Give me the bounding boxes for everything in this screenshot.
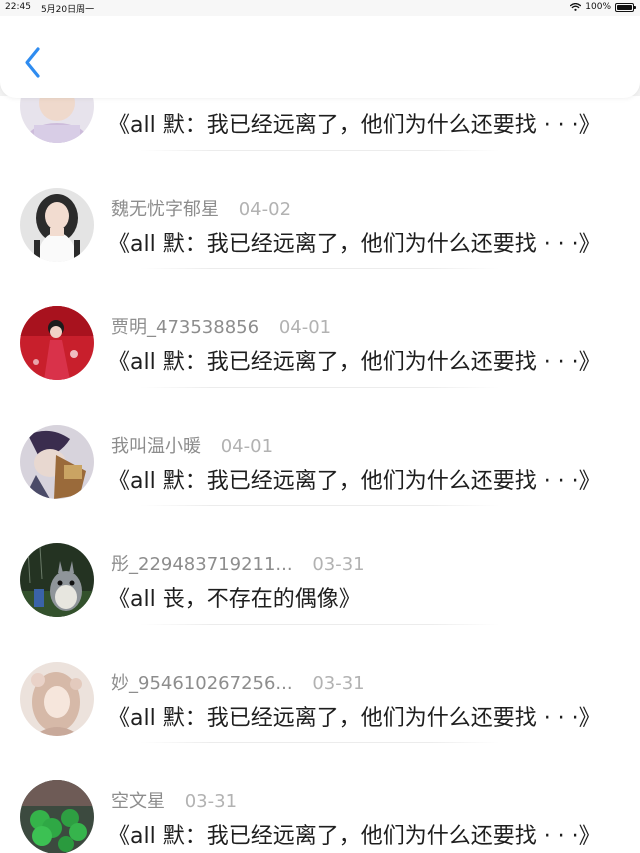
username: 我叫温小暖 [111, 435, 201, 457]
item-meta: 彤_229483719211... 03-31 [111, 550, 365, 576]
nav-bar [0, 16, 640, 98]
item-title: 《all 默：我已经远离了，他们为什么还要找 · · ·》 [108, 824, 601, 849]
list-item[interactable]: 彤_229483719211... 03-31 《all 丧，不存在的偶像》 [0, 506, 640, 625]
battery-icon [615, 2, 636, 12]
avatar [20, 306, 94, 380]
wifi-icon [570, 3, 582, 11]
username: 贾明_473538856 [111, 317, 260, 338]
content-area: 《all 默：我已经远离了，他们为什么还要找 · · ·》 魏无忧字郁星 04-… [0, 96, 640, 853]
avatar [20, 424, 94, 499]
back-button[interactable] [18, 44, 48, 84]
list-item[interactable]: 魏无忧字郁星 04-02 《all 默：我已经远离了，他们为什么还要找 · · … [0, 151, 640, 269]
item-title: 《all 默：我已经远离了，他们为什么还要找 · · ·》 [108, 468, 601, 494]
item-meta: 魏无忧字郁星 04-02 [111, 195, 291, 221]
username: 魏无忧字郁星 [111, 198, 219, 220]
post-date: 04-02 [238, 198, 292, 220]
item-title: 《all 默：我已经远离了，他们为什么还要找 · · ·》 [108, 705, 601, 731]
avatar [20, 661, 94, 736]
username: 妙_954610267256... [111, 672, 293, 694]
item-meta: 妙_954610267256... 03-31 [111, 669, 365, 695]
status-bar: 22:45 5月20日周一 100% [0, 0, 640, 16]
item-title: 《all 默：我已经远离了，他们为什么还要找 · · ·》 [108, 231, 601, 257]
list-item[interactable]: 妙_954610267256... 03-31 《all 默：我已经远离了，他们… [0, 625, 640, 743]
list-item[interactable]: 贾明_473538856 04-01 《all 默：我已经远离了，他们为什么还要… [0, 269, 640, 388]
status-left: 22:45 5月20日周一 [5, 2, 94, 15]
avatar [20, 780, 94, 853]
item-title: 《all 默：我已经远离了，他们为什么还要找 · · ·》 [108, 350, 601, 375]
status-date: 5月20日周一 [40, 5, 95, 15]
status-right: 100% [570, 2, 636, 12]
avatar [20, 96, 94, 143]
post-date: 03-31 [312, 554, 365, 575]
status-time: 22:45 [5, 2, 31, 12]
item-title: 《all 丧，不存在的偶像》 [108, 587, 361, 612]
post-date: 03-31 [184, 791, 238, 812]
list-item[interactable]: 空文星 03-31 《all 默：我已经远离了，他们为什么还要找 · · ·》 [0, 743, 640, 853]
avatar [20, 543, 94, 617]
chevron-left-icon [25, 47, 40, 78]
item-meta: 贾明_473538856 04-01 [111, 313, 331, 339]
list-item[interactable]: 我叫温小暖 04-01 《all 默：我已经远离了，他们为什么还要找 · · ·… [0, 388, 640, 506]
post-date: 04-01 [220, 435, 274, 457]
list-item[interactable]: 《all 默：我已经远离了，他们为什么还要找 · · ·》 [0, 96, 640, 151]
book-list: 《all 默：我已经远离了，他们为什么还要找 · · ·》 魏无忧字郁星 04-… [0, 96, 640, 853]
username: 彤_229483719211... [111, 554, 293, 575]
post-date: 04-01 [278, 317, 332, 338]
item-meta: 我叫温小暖 04-01 [111, 432, 273, 458]
item-title: 《all 默：我已经远离了，他们为什么还要找 · · ·》 [108, 113, 601, 138]
username: 空文星 [111, 791, 165, 812]
item-meta: 空文星 03-31 [111, 787, 237, 813]
post-date: 03-31 [312, 672, 365, 694]
avatar [20, 187, 94, 262]
battery-percent: 100% [585, 2, 611, 12]
